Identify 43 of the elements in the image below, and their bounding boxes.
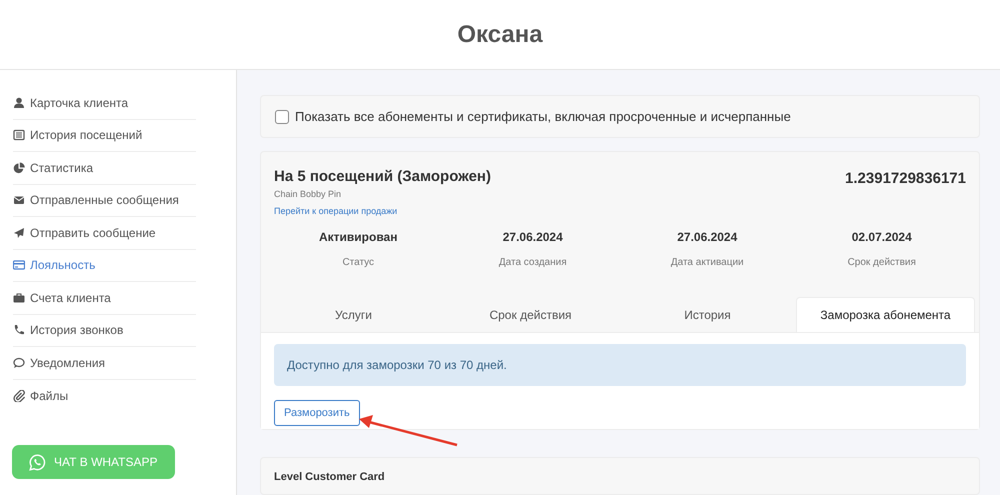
- paperclip-icon: [13, 390, 25, 402]
- paper-plane-icon: [13, 226, 25, 239]
- sidebar-item[interactable]: История звонков: [13, 321, 124, 340]
- sidebar-item[interactable]: Файлы: [13, 386, 68, 405]
- sidebar-item[interactable]: Карточка клиента: [13, 94, 128, 112]
- card-title: Level Customer Card: [274, 470, 385, 482]
- stat-label: Дата активации: [670, 256, 744, 270]
- filter-label: Показать все абонементы и сертификаты, включая просроченные и исчерпанные: [295, 108, 791, 126]
- whatsapp-icon: [29, 454, 46, 470]
- sidebar-item[interactable]: Счета клиента: [13, 288, 111, 307]
- subscription-number: 1.2391729836171: [845, 169, 966, 189]
- info-message: Доступно для заморозки 70 из 70 дней.: [274, 344, 966, 386]
- sidebar-item[interactable]: Лояльность: [13, 256, 96, 274]
- sidebar-item[interactable]: Статистика: [13, 158, 94, 177]
- stat-value: Активирован: [319, 229, 398, 246]
- sidebar-item[interactable]: Отправить сообщение: [13, 224, 156, 242]
- stat-label: Срок действия: [848, 256, 916, 270]
- user-icon: [13, 96, 25, 109]
- stat-label: Дата создания: [498, 256, 567, 270]
- sidebar-item[interactable]: Уведомления: [13, 354, 106, 372]
- pie-chart-icon: [13, 162, 25, 174]
- tab[interactable]: История: [619, 297, 796, 332]
- page-title: Оксана: [457, 20, 543, 50]
- credit-card-icon: [13, 259, 25, 272]
- tab[interactable]: Срок действия: [442, 297, 619, 332]
- checkbox[interactable]: [275, 110, 289, 124]
- briefcase-icon: [13, 292, 25, 304]
- list-icon: [13, 129, 25, 142]
- phone-icon: [13, 324, 25, 336]
- tab[interactable]: Услуги: [265, 297, 442, 332]
- subscription-subtitle: Chain Bobby Pin: [274, 188, 342, 201]
- sidebar-item[interactable]: Отправленные сообщения: [13, 191, 179, 210]
- stat-value: 27.06.2024: [502, 229, 563, 246]
- subscription-title: На 5 посещений (Заморожен): [274, 168, 491, 186]
- sale-operation-link[interactable]: Перейти к операции продажи: [274, 204, 491, 218]
- envelope-icon: [13, 194, 25, 206]
- stat-value: 27.06.2024: [677, 229, 738, 246]
- stat-value: 02.07.2024: [852, 229, 912, 246]
- sidebar-item[interactable]: История посещений: [13, 126, 142, 144]
- tab[interactable]: Заморозка абонемента: [796, 297, 975, 332]
- stat-label: Статус: [342, 256, 374, 270]
- speech-bubble-icon: [13, 356, 25, 369]
- unfreeze-button[interactable]: Разморозить: [274, 400, 360, 426]
